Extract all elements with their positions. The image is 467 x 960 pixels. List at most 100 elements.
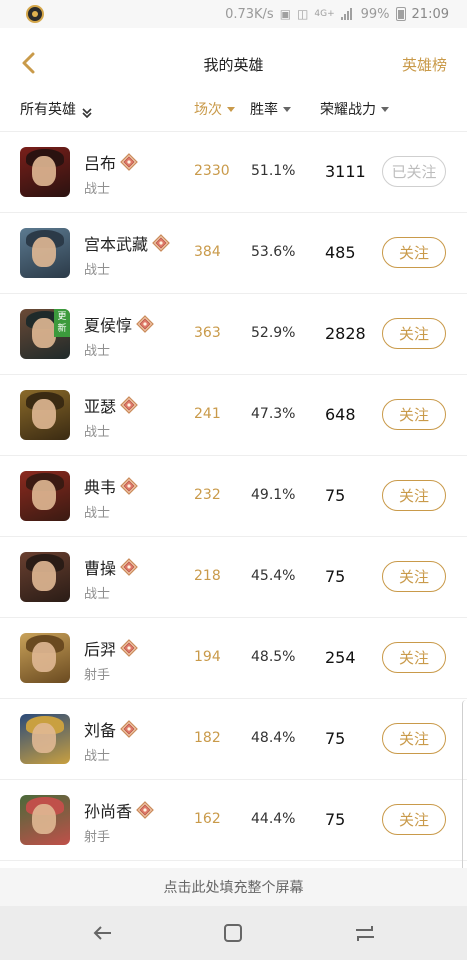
hero-avatar — [20, 795, 70, 845]
hero-avatar — [20, 147, 70, 197]
games-column-label: 场次 — [194, 102, 222, 118]
alarm-icon: ▣ — [279, 7, 292, 21]
win-rate: 44.4% — [251, 811, 296, 827]
rank-emblem-icon — [120, 153, 138, 171]
page-title: 我的英雄 — [203, 56, 264, 74]
glory-power: 75 — [325, 729, 346, 748]
glory-power: 648 — [325, 405, 356, 424]
hero-row[interactable]: 吕布 战士 2330 51.1% 3111 已关注 — [0, 132, 467, 213]
win-rate: 45.4% — [251, 568, 296, 584]
win-rate: 49.1% — [251, 487, 296, 503]
hero-name: 孙尚香 — [84, 802, 133, 821]
hero-role: 战士 — [84, 263, 111, 278]
game-app-icon — [26, 5, 44, 23]
follow-button[interactable]: 关注 — [382, 318, 446, 349]
nav-home-icon[interactable] — [220, 920, 246, 946]
hero-role: 战士 — [84, 182, 111, 197]
network-type: 4G+ — [314, 9, 335, 19]
hero-row[interactable]: 亚瑟 战士 241 47.3% 648 关注 — [0, 375, 467, 456]
hero-row[interactable]: 刘备 战士 182 48.4% 75 关注 — [0, 699, 467, 780]
rank-emblem-icon — [120, 720, 138, 738]
win-rate: 51.1% — [251, 163, 296, 179]
hero-name: 夏侯惇 — [84, 316, 133, 335]
follow-button[interactable]: 关注 — [382, 237, 446, 268]
follow-button[interactable]: 关注 — [382, 561, 446, 592]
glory-power: 2828 — [325, 324, 366, 343]
hero-avatar — [20, 471, 70, 521]
hero-role: 战士 — [84, 506, 111, 521]
hero-avatar — [20, 228, 70, 278]
sort-header: 所有英雄 场次 胜率 荣耀战力 — [0, 90, 467, 132]
app-header: 我的英雄 英雄榜 — [0, 28, 467, 98]
games-count: 384 — [194, 244, 221, 260]
games-count: 182 — [194, 730, 221, 746]
hero-name: 刘备 — [84, 721, 117, 740]
hero-row[interactable]: 宫本武藏 战士 384 53.6% 485 关注 — [0, 213, 467, 294]
clock: 21:09 — [411, 6, 449, 22]
follow-button[interactable]: 关注 — [382, 399, 446, 430]
rank-emblem-icon — [152, 234, 170, 252]
win-rate: 53.6% — [251, 244, 296, 260]
win-rate: 52.9% — [251, 325, 296, 341]
rank-emblem-icon — [120, 477, 138, 495]
follow-button[interactable]: 已关注 — [382, 156, 446, 187]
hero-avatar: 更新 — [20, 309, 70, 359]
games-count: 162 — [194, 811, 221, 827]
follow-button[interactable]: 关注 — [382, 723, 446, 754]
hero-row[interactable]: 典韦 战士 232 49.1% 75 关注 — [0, 456, 467, 537]
hero-row[interactable]: 孙尚香 射手 162 44.4% 75 关注 — [0, 780, 467, 861]
follow-button[interactable]: 关注 — [382, 804, 446, 835]
sort-by-winrate[interactable]: 胜率 — [250, 99, 291, 119]
follow-button[interactable]: 关注 — [382, 642, 446, 673]
hero-filter-dropdown[interactable]: 所有英雄 — [20, 99, 92, 119]
games-count: 218 — [194, 568, 221, 584]
winrate-column-label: 胜率 — [250, 102, 278, 118]
update-badge: 更新 — [54, 309, 70, 337]
rank-emblem-icon — [136, 801, 154, 819]
hero-role: 战士 — [84, 749, 111, 764]
nav-back-icon[interactable] — [90, 920, 116, 946]
hero-avatar — [20, 633, 70, 683]
sort-by-games[interactable]: 场次 — [194, 99, 235, 119]
hero-role: 射手 — [84, 830, 111, 845]
hero-role: 战士 — [84, 425, 111, 440]
hero-name: 曹操 — [84, 559, 117, 578]
hero-role: 战士 — [84, 344, 111, 359]
glory-power: 75 — [325, 567, 346, 586]
edge-panel-handle[interactable] — [462, 700, 467, 890]
double-chevron-down-icon — [82, 106, 92, 119]
battery-percent: 99% — [360, 6, 390, 22]
signal-icon — [340, 8, 355, 20]
hero-role: 射手 — [84, 668, 111, 683]
games-count: 194 — [194, 649, 221, 665]
caret-down-icon — [283, 106, 291, 112]
follow-button[interactable]: 关注 — [382, 480, 446, 511]
hero-row[interactable]: 后羿 射手 194 48.5% 254 关注 — [0, 618, 467, 699]
hero-row[interactable]: 更新 夏侯惇 战士 363 52.9% 2828 关注 — [0, 294, 467, 375]
hero-row[interactable]: 曹操 战士 218 45.4% 75 关注 — [0, 537, 467, 618]
win-rate: 47.3% — [251, 406, 296, 422]
system-nav-bar — [0, 906, 467, 960]
power-column-label: 荣耀战力 — [320, 102, 376, 118]
hero-leaderboard-link[interactable]: 英雄榜 — [402, 54, 447, 75]
hero-name: 典韦 — [84, 478, 117, 497]
glory-power: 485 — [325, 243, 356, 262]
hero-role: 战士 — [84, 587, 111, 602]
glory-power: 75 — [325, 486, 346, 505]
hero-name: 吕布 — [84, 154, 117, 173]
rank-emblem-icon — [120, 639, 138, 657]
hero-avatar — [20, 714, 70, 764]
status-bar: 0.73K/s ▣ ◫ 4G+ 99% 21:09 — [0, 0, 467, 28]
network-speed: 0.73K/s — [225, 6, 274, 22]
games-count: 241 — [194, 406, 221, 422]
fill-screen-hint[interactable]: 点击此处填充整个屏幕 — [0, 868, 467, 906]
nav-recent-apps-icon[interactable] — [352, 920, 378, 946]
rank-emblem-icon — [120, 396, 138, 414]
hero-name: 亚瑟 — [84, 397, 117, 416]
caret-down-icon — [381, 106, 389, 112]
rank-emblem-icon — [136, 315, 154, 333]
filter-label: 所有英雄 — [20, 102, 76, 118]
sort-by-power[interactable]: 荣耀战力 — [320, 99, 389, 119]
hero-name: 后羿 — [84, 640, 117, 659]
games-count: 232 — [194, 487, 221, 503]
